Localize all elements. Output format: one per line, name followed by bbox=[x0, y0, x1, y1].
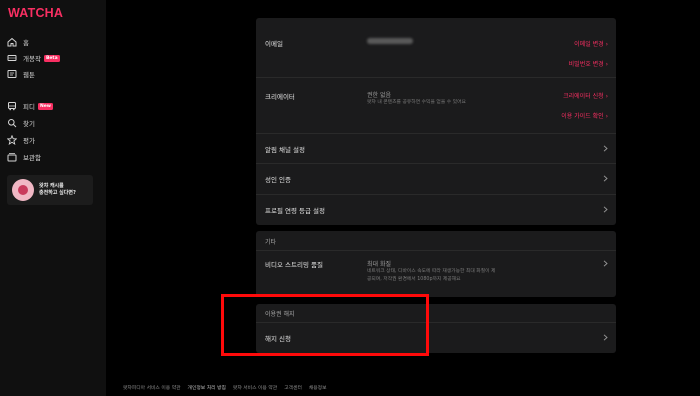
account-settings-panel: 이메일 이메일 변경 › 비밀번호 변경 › 크리에이터 권한 없음 왓챠 내 … bbox=[256, 18, 616, 225]
sidebar-item-label: 개봉작 bbox=[23, 55, 41, 63]
chevron-right-icon bbox=[603, 145, 608, 152]
video-quality-row[interactable]: 비디오 스트리밍 품질 최대 화질 네트워크 상태, 디바이스 속도에 따라 재… bbox=[256, 251, 616, 297]
sidebar-item-label: 웹툰 bbox=[23, 71, 35, 79]
footer-link-pedia-terms[interactable]: 왓챠피디아 서비스 이용 약관 bbox=[123, 384, 181, 391]
sidebar-item-webtoon[interactable]: 웹툰 bbox=[7, 67, 35, 81]
chevron-right-icon bbox=[603, 260, 608, 267]
notification-channel-label: 알림 채널 설정 bbox=[265, 146, 306, 154]
library-icon bbox=[7, 153, 17, 162]
video-quality-label: 비디오 스트리밍 품질 bbox=[265, 261, 323, 269]
creator-apply-link[interactable]: 크리에이터 신청 › bbox=[563, 91, 608, 100]
sidebar-item-search[interactable]: 찾기 bbox=[7, 116, 35, 130]
sidebar-item-rate[interactable]: 평가 bbox=[7, 133, 35, 147]
profile-age-rating-label: 프로필 연령 등급 설정 bbox=[265, 207, 326, 215]
email-value-masked bbox=[367, 37, 413, 44]
promo-text: 왓챠 캐시를 충전하고 싶다면? bbox=[39, 183, 76, 196]
sidebar-item-label: 홈 bbox=[23, 39, 29, 47]
cash-character-icon bbox=[12, 179, 34, 201]
star-icon bbox=[7, 135, 17, 145]
footer-link-service-terms[interactable]: 왓챠 서비스 이용 약관 bbox=[233, 384, 277, 391]
adult-verification-row[interactable]: 성인 인증 bbox=[256, 164, 616, 194]
chevron-right-icon bbox=[603, 334, 608, 341]
beta-badge: Beta bbox=[43, 54, 60, 62]
creator-permission-value: 권한 없음 bbox=[367, 92, 391, 99]
creator-label: 크리에이터 bbox=[265, 93, 295, 101]
chevron-right-icon bbox=[603, 206, 608, 213]
footer: 왓챠피디아 서비스 이용 약관 개인정보 처리 방침 왓챠 서비스 이용 약관 … bbox=[123, 384, 334, 391]
video-quality-value: 최대 화질 bbox=[367, 261, 391, 268]
highlight-annotation-box bbox=[221, 294, 429, 356]
footer-link-careers[interactable]: 채용정보 bbox=[309, 384, 327, 391]
notification-channel-row[interactable]: 알림 채널 설정 bbox=[256, 134, 616, 163]
home-icon bbox=[7, 37, 17, 47]
bus-icon bbox=[8, 102, 16, 111]
sidebar-item-label: 보관함 bbox=[23, 154, 41, 162]
creator-row: 크리에이터 권한 없음 왓챠 내 콘텐츠를 공유하면 수익을 얻을 수 있어요 … bbox=[256, 78, 616, 133]
sidebar-item-pd[interactable]: 피디 New bbox=[7, 99, 53, 113]
sidebar: WATCHA 홈 개봉작 Beta 웹툰 피디 New 찾기 평가 보관함 왓챠… bbox=[0, 0, 106, 396]
change-password-link[interactable]: 비밀번호 변경 › bbox=[569, 59, 608, 68]
search-icon bbox=[8, 119, 17, 128]
sidebar-item-library[interactable]: 보관함 bbox=[7, 150, 41, 164]
webtoon-icon bbox=[7, 70, 17, 78]
usage-guide-link[interactable]: 이용 가이드 확인 › bbox=[561, 111, 608, 120]
sidebar-item-label: 평가 bbox=[23, 137, 35, 145]
footer-link-privacy[interactable]: 개인정보 처리 방침 bbox=[188, 384, 226, 391]
sidebar-item-label: 찾기 bbox=[23, 120, 35, 128]
profile-age-rating-row[interactable]: 프로필 연령 등급 설정 bbox=[256, 195, 616, 225]
creator-description: 왓챠 내 콘텐츠를 공유하면 수익을 얻을 수 있어요 bbox=[367, 100, 466, 105]
ticket-icon bbox=[7, 55, 17, 61]
etc-panel: 기타 비디오 스트리밍 품질 최대 화질 네트워크 상태, 디바이스 속도에 따… bbox=[256, 231, 616, 297]
sidebar-item-home[interactable]: 홈 bbox=[7, 35, 29, 49]
email-row: 이메일 이메일 변경 › 비밀번호 변경 › bbox=[256, 18, 616, 82]
watcha-logo[interactable]: WATCHA bbox=[8, 6, 63, 20]
sidebar-item-new-release[interactable]: 개봉작 Beta bbox=[7, 51, 60, 65]
sidebar-item-label: 피디 bbox=[23, 103, 35, 111]
new-badge: New bbox=[37, 102, 53, 110]
email-label: 이메일 bbox=[265, 40, 283, 48]
chevron-right-icon bbox=[603, 175, 608, 182]
change-email-link[interactable]: 이메일 변경 › bbox=[574, 39, 608, 48]
cash-promo-banner[interactable]: 왓챠 캐시를 충전하고 싶다면? bbox=[7, 175, 93, 205]
etc-section-title: 기타 bbox=[265, 239, 277, 246]
video-quality-description: 네트워크 상태, 디바이스 속도에 따라 재생가능한 최대 화질이 제 공되며,… bbox=[367, 269, 496, 282]
footer-link-support[interactable]: 고객센터 bbox=[284, 384, 302, 391]
adult-verification-label: 성인 인증 bbox=[265, 176, 291, 184]
